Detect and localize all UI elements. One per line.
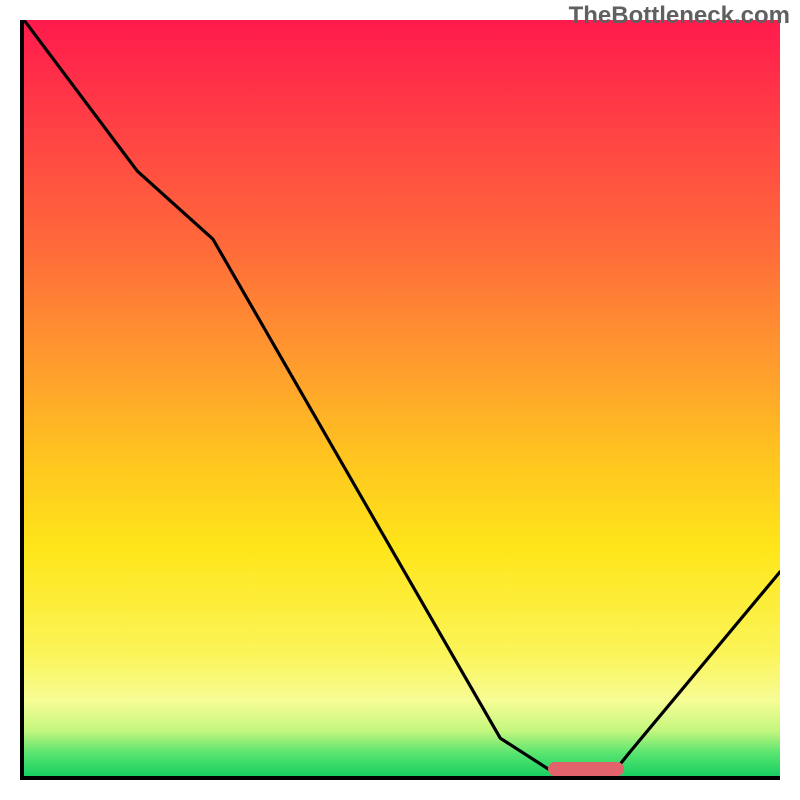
bottleneck-curve <box>24 20 780 776</box>
plot-area <box>20 20 780 780</box>
optimal-range-marker <box>548 762 624 776</box>
bottleneck-chart: TheBottleneck.com <box>0 0 800 800</box>
watermark-text: TheBottleneck.com <box>569 2 790 30</box>
curve-path <box>24 20 780 772</box>
